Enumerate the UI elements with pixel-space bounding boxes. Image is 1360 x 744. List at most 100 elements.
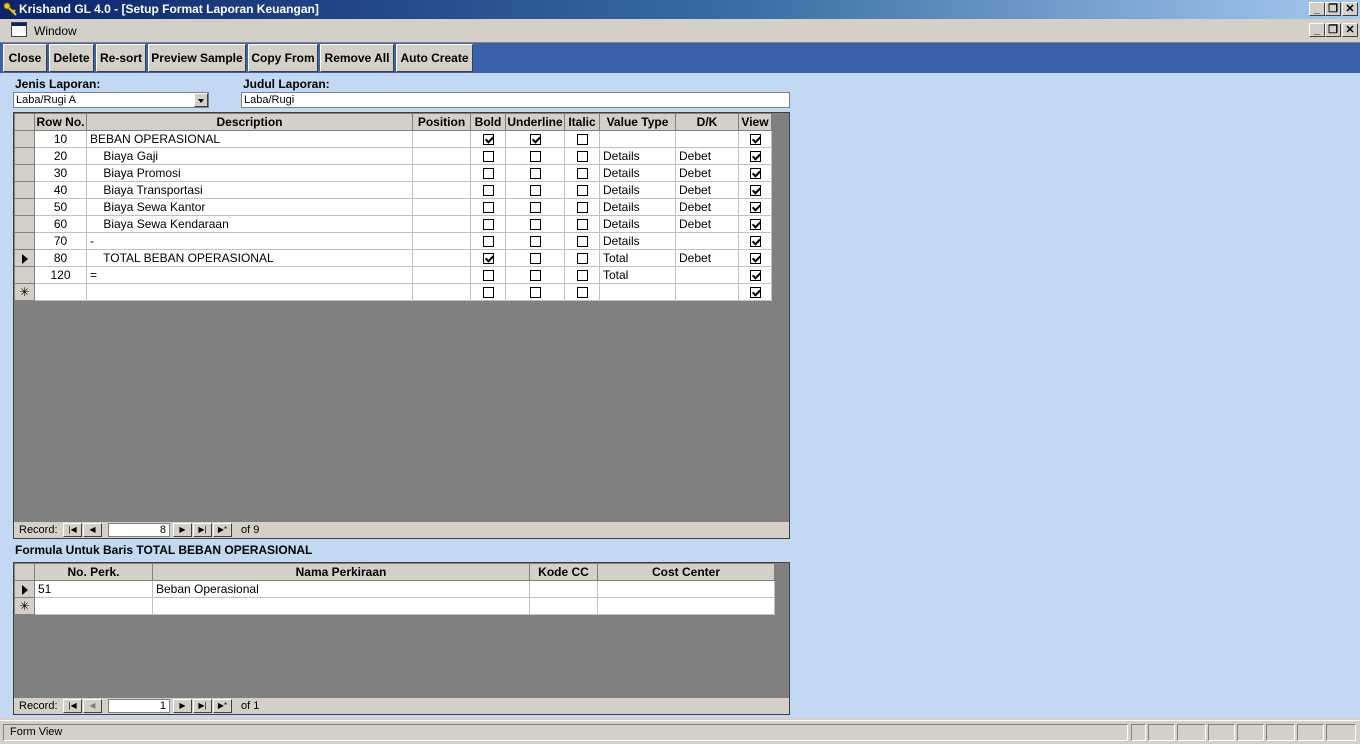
view-checkbox[interactable] [749,168,761,180]
underline-checkbox[interactable] [529,151,541,163]
record-selector[interactable] [14,164,35,182]
new-view-checkbox[interactable] [749,287,761,299]
view-cell[interactable] [738,249,772,267]
position-cell[interactable] [412,215,471,233]
mdi-restore-button[interactable]: ❐ [1325,23,1341,37]
italic-cell[interactable] [564,164,600,182]
dk-cell[interactable]: Debet [675,249,739,267]
view-checkbox[interactable] [749,151,761,163]
italic-checkbox[interactable] [576,185,588,197]
new-description-cell[interactable] [86,283,413,301]
bold-cell[interactable] [470,181,506,199]
bold-cell[interactable] [470,215,506,233]
underline-checkbox[interactable] [529,185,541,197]
resort-button[interactable]: Re-sort [96,44,146,72]
row-no-cell[interactable]: 70 [34,232,87,250]
value-type-cell[interactable]: Total [599,249,676,267]
row-no-cell[interactable]: 120 [34,266,87,284]
description-cell[interactable]: BEBAN OPERASIONAL [86,130,413,148]
italic-cell[interactable] [564,147,600,165]
underline-cell[interactable] [505,130,565,148]
view-cell[interactable] [738,181,772,199]
record-selector[interactable] [14,130,35,148]
view-checkbox[interactable] [749,185,761,197]
italic-checkbox[interactable] [576,202,588,214]
new-cost-center-cell[interactable] [597,597,775,615]
underline-cell[interactable] [505,181,565,199]
underline-cell[interactable] [505,232,565,250]
new-record-selector[interactable]: ✳ [14,597,35,615]
view-checkbox[interactable] [749,219,761,231]
value-type-cell[interactable]: Details [599,215,676,233]
bold-checkbox[interactable] [482,219,494,231]
bold-cell[interactable] [470,130,506,148]
formula-corner-header[interactable] [14,563,35,581]
minimize-button[interactable]: _ [1309,2,1325,16]
col-header-dk[interactable]: D/K [675,113,739,131]
dropdown-arrow-icon[interactable] [194,93,208,107]
col-header-description[interactable]: Description [86,113,413,131]
auto-create-button[interactable]: Auto Create [396,44,473,72]
italic-cell[interactable] [564,181,600,199]
underline-checkbox[interactable] [529,134,541,146]
description-cell[interactable]: Biaya Transportasi [86,181,413,199]
italic-cell[interactable] [564,249,600,267]
record-selector[interactable] [14,232,35,250]
delete-button[interactable]: Delete [49,44,94,72]
italic-cell[interactable] [564,198,600,216]
col-header-italic[interactable]: Italic [564,113,600,131]
record-selector[interactable] [14,198,35,216]
underline-checkbox[interactable] [529,202,541,214]
position-cell[interactable] [412,130,471,148]
mdi-minimize-button[interactable]: _ [1309,23,1325,37]
record-selector[interactable] [14,181,35,199]
description-cell[interactable]: = [86,266,413,284]
bold-checkbox[interactable] [482,134,494,146]
col-header-kode-cc[interactable]: Kode CC [529,563,598,581]
view-cell[interactable] [738,232,772,250]
new-bold-cell[interactable] [470,283,506,301]
new-italic-cell[interactable] [564,283,600,301]
col-header-underline[interactable]: Underline [505,113,565,131]
jenis-laporan-combo[interactable]: Laba/Rugi A [13,92,209,108]
record-selector[interactable] [14,249,35,267]
view-checkbox[interactable] [749,202,761,214]
view-cell[interactable] [738,198,772,216]
table-row[interactable]: 20 Biaya Gaji Details Debet [14,147,772,165]
bold-checkbox[interactable] [482,253,494,265]
underline-cell[interactable] [505,249,565,267]
view-cell[interactable] [738,266,772,284]
bold-cell[interactable] [470,232,506,250]
formula-record-number-input[interactable]: 1 [108,699,170,713]
underline-cell[interactable] [505,266,565,284]
dk-cell[interactable]: Debet [675,147,739,165]
new-view-cell[interactable] [738,283,772,301]
italic-cell[interactable] [564,130,600,148]
record-selector[interactable] [14,215,35,233]
bold-cell[interactable] [470,198,506,216]
row-no-cell[interactable]: 50 [34,198,87,216]
underline-checkbox[interactable] [529,270,541,282]
underline-checkbox[interactable] [529,236,541,248]
table-row[interactable]: 70- Details [14,232,772,250]
table-row[interactable]: 10 BEBAN OPERASIONAL [14,130,772,148]
kode-cc-cell[interactable] [529,580,598,598]
underline-checkbox[interactable] [529,253,541,265]
position-cell[interactable] [412,198,471,216]
dk-cell[interactable] [675,232,739,250]
document-window-icon[interactable] [11,22,27,37]
new-nama-perkiraan-cell[interactable] [152,597,530,615]
dk-cell[interactable]: Debet [675,164,739,182]
underline-checkbox[interactable] [529,168,541,180]
position-cell[interactable] [412,266,471,284]
italic-cell[interactable] [564,266,600,284]
description-cell[interactable]: Biaya Sewa Kantor [86,198,413,216]
value-type-cell[interactable] [599,130,676,148]
italic-checkbox[interactable] [576,253,588,265]
view-cell[interactable] [738,130,772,148]
new-value-type-cell[interactable] [599,283,676,301]
underline-cell[interactable] [505,215,565,233]
table-row[interactable]: 30 Biaya Promosi Details Debet [14,164,772,182]
new-dk-cell[interactable] [675,283,739,301]
italic-cell[interactable] [564,215,600,233]
